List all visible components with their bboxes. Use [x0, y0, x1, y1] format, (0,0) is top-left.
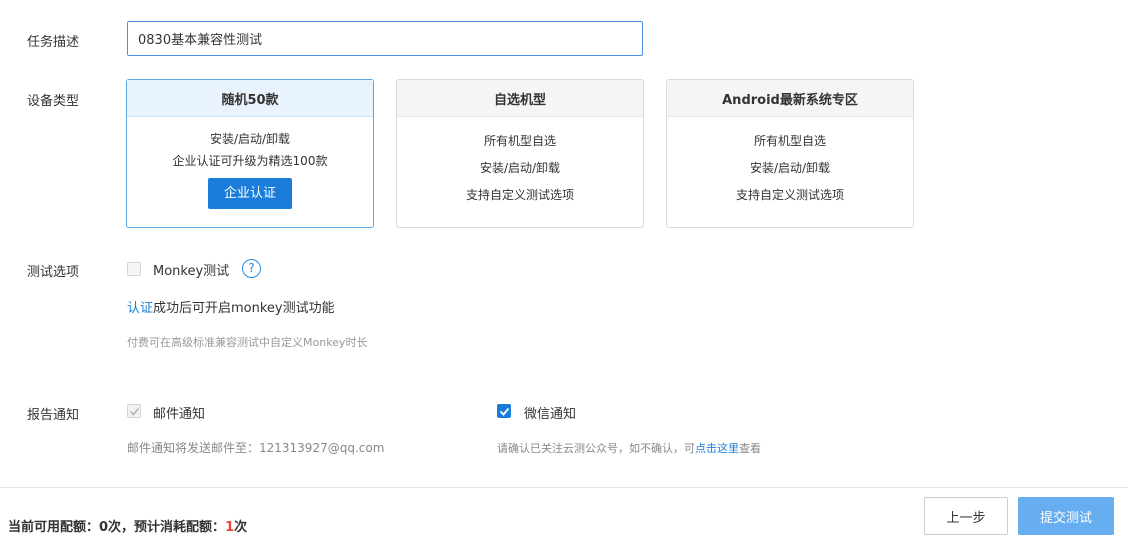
card-line: 安装/启动/卸载	[209, 132, 291, 146]
device-card-android-latest[interactable]: Android最新系统专区 所有机型自选 安装/启动/卸载 支持自定义测试选项	[666, 79, 914, 228]
device-card-custom-models[interactable]: 自选机型 所有机型自选 安装/启动/卸载 支持自定义测试选项	[396, 79, 644, 228]
check-icon	[499, 407, 510, 416]
monkey-checkbox[interactable]	[127, 262, 141, 276]
quota-value: 0次，预计消耗配额：	[99, 520, 226, 535]
card-line: 安装/启动/卸载	[479, 161, 561, 175]
card-line: 所有机型自选	[753, 134, 826, 148]
help-icon[interactable]: ?	[242, 259, 261, 278]
email-notify-label: 邮件通知	[153, 407, 206, 422]
wechat-hint-text: 请确认已关注云测公众号，如不确认，可	[497, 442, 695, 455]
card-title: Android最新系统专区	[667, 80, 913, 117]
cost-value: 1	[225, 520, 235, 535]
report-notify-label: 报告通知	[27, 408, 80, 423]
test-options-label: 测试选项	[27, 265, 80, 280]
submit-test-button[interactable]: 提交测试	[1018, 497, 1114, 535]
auth-link[interactable]: 认证	[127, 301, 153, 316]
email-checkbox[interactable]	[127, 404, 141, 418]
card-line: 所有机型自选	[483, 134, 556, 148]
wechat-checkbox[interactable]	[497, 404, 511, 418]
click-here-link[interactable]: 点击这里	[695, 442, 739, 455]
card-title: 自选机型	[397, 80, 643, 117]
card-line: 支持自定义测试选项	[465, 188, 574, 202]
auth-note-text: 成功后可开启monkey测试功能	[153, 301, 335, 316]
task-label: 任务描述	[27, 35, 80, 50]
card-line: 支持自定义测试选项	[735, 188, 844, 202]
card-line: 安装/启动/卸载	[749, 161, 831, 175]
wechat-hint-suffix: 查看	[739, 442, 761, 455]
wechat-notify-label: 微信通知	[524, 407, 577, 422]
paid-monkey-hint: 付费可在高级标准兼容测试中自定义Monkey时长	[127, 336, 368, 349]
card-title: 随机50款	[127, 80, 373, 117]
footer-divider	[0, 487, 1128, 488]
prev-step-button[interactable]: 上一步	[924, 497, 1008, 535]
enterprise-auth-button[interactable]: 企业认证	[208, 178, 292, 209]
quota-prefix: 当前可用配额：	[8, 520, 100, 535]
monkey-auth-note: 认证成功后可开启monkey测试功能	[127, 297, 335, 316]
email-notify-hint: 邮件通知将发送邮件至：121313927@qq.com	[127, 441, 385, 455]
check-icon	[129, 407, 140, 416]
quota-summary: 当前可用配额：0次，预计消耗配额：1次	[8, 516, 247, 535]
wechat-notify-hint: 请确认已关注云测公众号，如不确认，可点击这里查看	[497, 440, 761, 456]
monkey-label: Monkey测试	[153, 264, 230, 279]
card-line: 企业认证可升级为精选100款	[172, 154, 328, 168]
device-card-random-50[interactable]: 随机50款 安装/启动/卸载 企业认证可升级为精选100款 企业认证	[126, 79, 374, 228]
cost-unit: 次	[234, 520, 248, 535]
task-description-input[interactable]	[127, 21, 643, 56]
device-type-label: 设备类型	[27, 94, 80, 109]
